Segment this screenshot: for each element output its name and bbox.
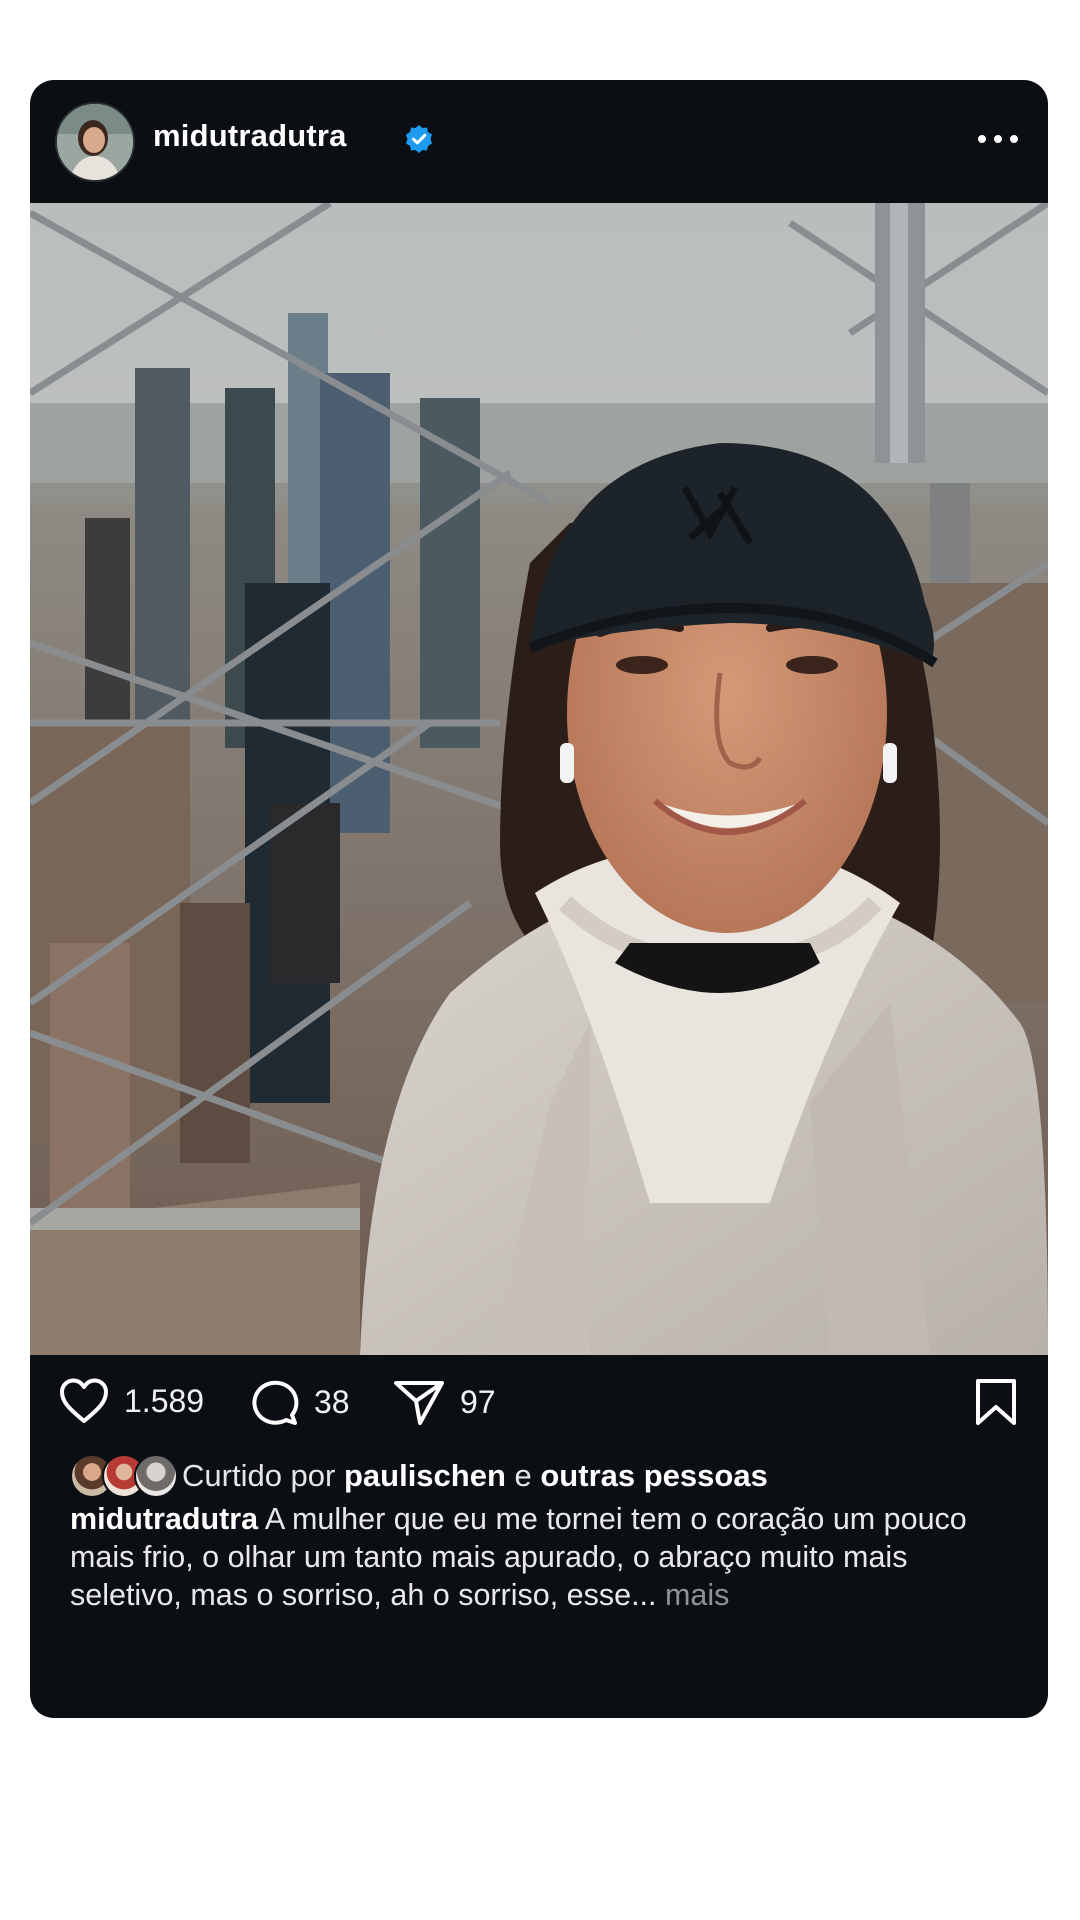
liked-by-others[interactable]: outras pessoas <box>540 1458 767 1493</box>
heart-icon[interactable] <box>58 1377 110 1425</box>
caption-more-link[interactable]: mais <box>665 1578 729 1612</box>
actions-bar: 1.589 38 97 <box>30 1355 1048 1445</box>
comments-count[interactable]: 38 <box>314 1384 350 1421</box>
post-header: midutradutra <box>30 80 1048 203</box>
liked-by-avatars <box>70 1454 178 1498</box>
comment-action[interactable]: 38 <box>248 1377 350 1427</box>
liked-by-user[interactable]: paulischen <box>344 1458 506 1493</box>
post-photo[interactable] <box>30 203 1048 1355</box>
liked-by-connector: e <box>505 1458 541 1493</box>
like-action[interactable]: 1.589 <box>58 1377 204 1425</box>
liked-by-row[interactable]: Curtido por paulischen e outras pessoas <box>70 1452 768 1500</box>
share-action[interactable]: 97 <box>392 1377 496 1427</box>
avatar-image <box>57 104 133 180</box>
bookmark-icon[interactable] <box>974 1377 1018 1427</box>
liked-by-prefix: Curtido por <box>182 1458 344 1493</box>
more-options-icon[interactable] <box>976 128 1020 150</box>
comment-icon[interactable] <box>248 1377 300 1427</box>
liked-avatar-3 <box>134 1454 178 1498</box>
shares-count[interactable]: 97 <box>460 1384 496 1421</box>
header-username[interactable]: midutradutra <box>153 118 347 154</box>
profile-avatar[interactable] <box>55 102 135 182</box>
verified-badge-icon <box>406 125 432 153</box>
selfie-photo <box>30 203 1048 1355</box>
post-caption: midutradutra A mulher que eu me tornei t… <box>70 1500 1020 1614</box>
liked-by-text: Curtido por paulischen e outras pessoas <box>182 1458 768 1494</box>
caption-username[interactable]: midutradutra <box>70 1502 258 1536</box>
likes-count[interactable]: 1.589 <box>124 1383 204 1420</box>
save-action[interactable] <box>974 1377 1018 1427</box>
post-card: midutradutra 1.589 38 97 Curtido por pau… <box>30 80 1048 1718</box>
share-icon[interactable] <box>392 1377 446 1427</box>
